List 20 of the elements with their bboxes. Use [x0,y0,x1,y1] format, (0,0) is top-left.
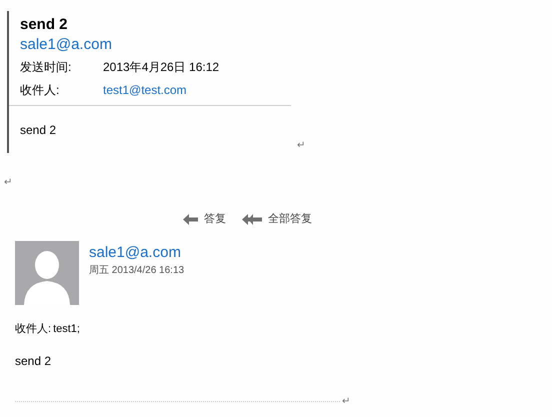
field-label: 发送时间: [20,59,72,76]
message-body: send 2 [15,353,52,370]
left-arrow-icon [183,214,198,225]
sent-date: 周五 2013/4/26 16:13 [89,264,184,278]
recipients-label: 收件人: [15,322,52,336]
recipient-link[interactable]: test1@test.com [103,79,187,101]
message-subject: send 2 [20,15,69,35]
avatar-icon [15,240,79,304]
message-body: send 2 [20,122,58,139]
field-label: 收件人: [20,82,60,99]
field-value: 2013年4月26日 16:12 [103,59,220,76]
reply-all-button[interactable]: 全部答复 [240,210,314,228]
paragraph-mark: ↵ [342,395,350,409]
sender-email: sale1@a.com [89,244,182,262]
recipients-value: test1; [53,322,80,336]
paragraph-mark: ↵ [4,176,12,190]
paragraph-mark: ↵ [297,139,305,153]
double-left-arrow-icon [242,214,262,225]
sender-email: sale1@a.com [20,35,113,55]
reply-button[interactable]: 答复 [181,210,228,228]
